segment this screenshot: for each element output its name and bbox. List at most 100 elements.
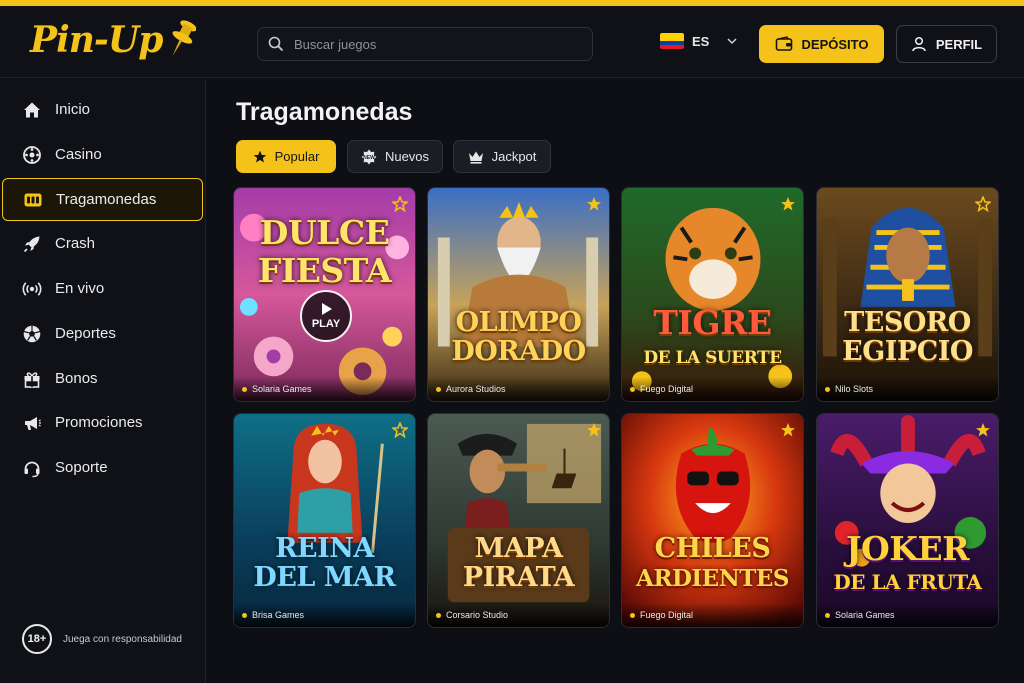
language-code: ES: [692, 33, 710, 49]
logo-text: Pin-Up: [30, 19, 163, 61]
game-provider: Solaria Games: [234, 377, 415, 401]
sidebar-item-inicio[interactable]: Inicio: [2, 88, 203, 131]
game-title-line2: FIESTA: [257, 251, 392, 290]
live-broadcast-icon: [22, 281, 42, 296]
favorite-star-icon[interactable]: [586, 196, 602, 212]
sidebar-item-label: Inicio: [55, 101, 91, 118]
game-provider: Solaria Games: [817, 603, 998, 627]
sidebar-item-tragamonedas[interactable]: Tragamonedas: [2, 178, 203, 221]
age-restriction-badge: 18+: [22, 624, 52, 654]
pin-up-logo[interactable]: Pin-Up: [30, 18, 197, 62]
slot-machine-icon: [24, 193, 42, 206]
game-card-joker-de-la-fruta[interactable]: JOKER DE LA FRUTA Solaria Games: [816, 413, 999, 628]
provider-name: Solaria Games: [835, 610, 895, 620]
sidebar-item-soporte[interactable]: Soporte: [2, 446, 203, 489]
game-card-dulce-fiesta[interactable]: DULCE FIESTA PLAY Solaria Games: [233, 187, 416, 402]
sidebar-item-deportes[interactable]: Deportes: [2, 312, 203, 355]
responsible-gaming-text: Juega con responsabilidad: [63, 633, 182, 645]
game-title: MAPA PIRATA: [434, 534, 603, 592]
game-title-line1: DULCE: [259, 213, 390, 252]
search-box[interactable]: [257, 27, 593, 61]
rocket-icon: [23, 236, 40, 252]
favorite-star-icon[interactable]: [392, 196, 408, 212]
game-title-line2: DORADO: [451, 336, 586, 367]
sidebar: Inicio Casino Tragamonedas Crash En vivo…: [0, 79, 206, 683]
game-title: DULCE FIESTA: [240, 214, 409, 290]
game-title-line1: JOKER: [845, 529, 970, 568]
game-provider: Brisa Games: [234, 603, 415, 627]
language-selector[interactable]: ES: [660, 33, 739, 49]
search-input[interactable]: [294, 36, 574, 52]
game-thumbnail: [428, 414, 609, 627]
provider-name: Fuego Digital: [640, 384, 694, 394]
game-title-line1: MAPA: [474, 533, 563, 564]
play-button[interactable]: PLAY: [300, 290, 352, 342]
provider-dot: [825, 386, 830, 392]
game-card-mapa-pirata[interactable]: MAPA PIRATA Corsario Studio: [427, 413, 610, 628]
page-title: Tragamonedas: [236, 98, 413, 126]
soccer-ball-icon: [23, 325, 41, 342]
game-provider: Aurora Studios: [428, 377, 609, 401]
search-icon: [268, 36, 284, 52]
sidebar-item-crash[interactable]: Crash: [2, 222, 203, 265]
favorite-star-icon[interactable]: [780, 422, 796, 438]
game-title-line1: REINA: [275, 533, 374, 564]
game-title-line2: ARDIENTES: [636, 565, 789, 592]
wallet-icon: [775, 36, 792, 51]
pushpin-icon: [172, 20, 197, 56]
crown-icon: [468, 151, 483, 164]
play-icon: [322, 303, 332, 315]
favorite-star-icon[interactable]: [586, 422, 602, 438]
game-thumbnail: [234, 414, 415, 627]
sidebar-item-label: Soporte: [55, 459, 108, 476]
provider-name: Nilo Slots: [835, 384, 874, 394]
provider-name: Corsario Studio: [446, 610, 509, 620]
game-card-tesoro-egipcio[interactable]: TESORO EGIPCIO Nilo Slots: [816, 187, 999, 402]
favorite-star-icon[interactable]: [780, 196, 796, 212]
gift-icon: [24, 371, 40, 388]
provider-dot: [242, 386, 247, 392]
game-provider: Fuego Digital: [622, 603, 803, 627]
roulette-icon: [23, 145, 41, 164]
sidebar-item-en-vivo[interactable]: En vivo: [2, 267, 203, 310]
sidebar-item-bonos[interactable]: Bonos: [2, 357, 203, 400]
game-thumbnail: [622, 414, 803, 627]
profile-label: PERFIL: [935, 36, 983, 52]
filter-label: Nuevos: [384, 149, 430, 164]
favorite-star-icon[interactable]: [392, 422, 408, 438]
provider-dot: [242, 612, 247, 618]
provider-dot: [630, 612, 635, 618]
provider-name: Aurora Studios: [446, 384, 506, 394]
filter-popular[interactable]: Popular: [236, 140, 336, 173]
filter-nuevos[interactable]: NEW Nuevos: [347, 140, 443, 173]
game-provider: Nilo Slots: [817, 377, 998, 401]
top-header: Pin-Up ES DEPÓSITO PERFIL: [0, 6, 1024, 78]
deposit-label: DEPÓSITO: [801, 36, 869, 52]
game-title-line2: DE LA FRUTA: [833, 570, 982, 594]
game-title-line2: EGIPCIO: [842, 336, 973, 367]
favorite-star-icon[interactable]: [975, 422, 991, 438]
headset-icon: [24, 461, 40, 477]
filter-label: Popular: [274, 149, 320, 164]
game-provider: Corsario Studio: [428, 603, 609, 627]
game-card-tigre-de-la-suerte[interactable]: TIGRE DE LA SUERTE Fuego Digital: [621, 187, 804, 402]
favorite-star-icon[interactable]: [975, 196, 991, 212]
game-title-line1: TIGRE: [653, 303, 772, 342]
sidebar-item-promociones[interactable]: Promociones: [2, 401, 203, 444]
sidebar-item-casino[interactable]: Casino: [2, 133, 203, 176]
play-label: PLAY: [311, 318, 341, 330]
profile-button[interactable]: PERFIL: [896, 25, 997, 63]
deposit-button[interactable]: DEPÓSITO: [759, 25, 884, 63]
responsible-gaming[interactable]: 18+ Juega con responsabilidad: [22, 624, 182, 654]
sidebar-item-label: Tragamonedas: [56, 191, 157, 208]
game-card-olimpo-dorado[interactable]: OLIMPO DORADO Aurora Studios: [427, 187, 610, 402]
user-icon: [912, 36, 926, 52]
provider-dot: [436, 612, 441, 618]
filter-jackpot[interactable]: Jackpot: [453, 140, 551, 173]
game-title: OLIMPO DORADO: [434, 308, 603, 366]
game-card-reina-del-mar[interactable]: REINA DEL MAR Brisa Games: [233, 413, 416, 628]
sidebar-item-label: Bonos: [55, 370, 98, 387]
game-card-chiles-ardientes[interactable]: CHILES ARDIENTES Fuego Digital: [621, 413, 804, 628]
sidebar-item-label: Promociones: [55, 414, 143, 431]
svg-text:NEW: NEW: [363, 155, 375, 161]
